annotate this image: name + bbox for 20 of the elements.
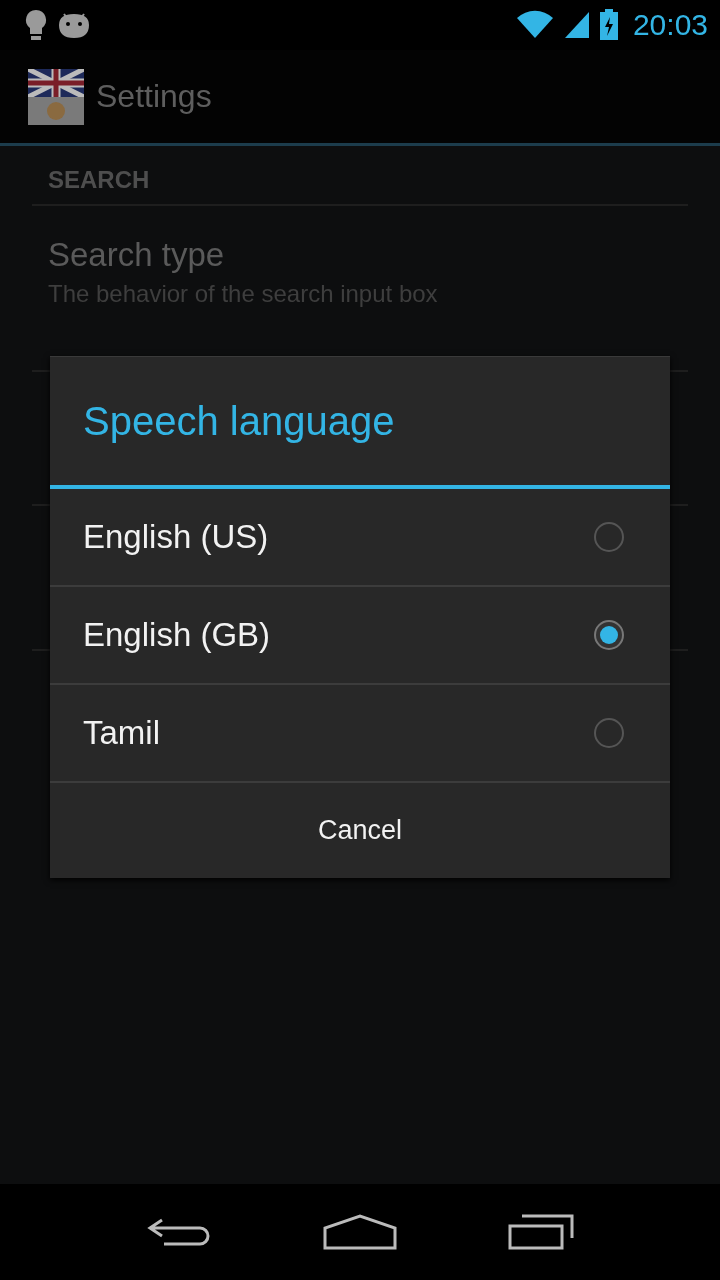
radio-button[interactable] — [594, 522, 624, 552]
language-option[interactable]: English (US) — [50, 489, 670, 587]
radio-button[interactable] — [594, 718, 624, 748]
battery-icon — [598, 9, 619, 41]
recent-apps-icon[interactable] — [506, 1212, 576, 1252]
section-header: SEARCH — [47, 165, 151, 195]
lightbulb-icon — [24, 8, 48, 42]
signal-icon — [562, 10, 591, 40]
dialog-title: Speech language — [82, 398, 396, 445]
home-icon[interactable] — [322, 1212, 398, 1252]
language-option[interactable]: English (GB) — [50, 587, 670, 685]
cancel-button[interactable]: Cancel — [50, 783, 670, 878]
radio-button[interactable] — [594, 620, 624, 650]
clock-time: 20:03 — [632, 8, 708, 42]
android-icon — [56, 11, 92, 39]
setting-title: Search type — [48, 236, 226, 274]
language-option[interactable]: Tamil — [50, 685, 670, 783]
flag-icon — [28, 68, 84, 125]
wifi-icon — [514, 10, 555, 40]
screen-title: Settings — [96, 78, 212, 115]
